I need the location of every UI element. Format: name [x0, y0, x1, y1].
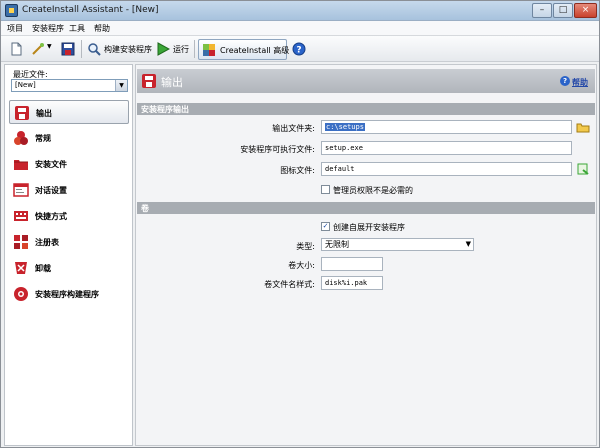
sidebar-item-label: 输出	[36, 109, 52, 118]
menu-help[interactable]: 帮助	[94, 23, 110, 34]
toolbar-separator	[81, 40, 82, 58]
createinstall-logo-icon	[203, 44, 215, 56]
page-header: 输出 ? 帮助	[137, 69, 595, 93]
new-file-icon	[11, 42, 22, 56]
help-circle-icon: ?	[292, 42, 306, 56]
sidebar-item-label: 注册表	[35, 238, 59, 247]
registry-icon	[14, 235, 28, 249]
dropdown-arrow-icon: ▼	[47, 43, 52, 50]
title-bar: CreateInstall Assistant - [New] – □ ×	[1, 1, 599, 21]
svg-text:?: ?	[296, 46, 301, 56]
sidebar: 最近文件: [New] ▼ 输出 常规 安装文件 对话设置 快捷方式 注册表 卸…	[4, 64, 133, 446]
section-header-volume: 卷	[137, 202, 595, 214]
chevron-down-icon: ▼	[465, 240, 471, 248]
sidebar-item-shortcuts[interactable]: 快捷方式	[9, 204, 129, 228]
sidebar-item-builder[interactable]: 安装程序构建程序	[9, 282, 129, 306]
save-disk-icon	[61, 42, 75, 56]
self-extract-label: 创建自展开安装程序	[333, 223, 405, 232]
volume-type-value: 无限制	[325, 240, 349, 249]
self-extract-checkbox[interactable]: ✓	[321, 222, 330, 231]
window-title: CreateInstall Assistant - [New]	[22, 5, 159, 15]
maximize-button[interactable]: □	[553, 3, 573, 18]
page-title: 输出	[161, 76, 183, 89]
dialog-icon	[13, 183, 29, 197]
section-header-output: 安装程序输出	[137, 103, 595, 115]
output-folder-value: c:\setups	[325, 123, 365, 131]
volume-pattern-input[interactable]: disk%i.pak	[321, 276, 383, 290]
browse-folder-icon[interactable]	[576, 120, 590, 134]
build-installer-button[interactable]: 构建安装程序	[85, 40, 153, 58]
close-button[interactable]: ×	[574, 3, 597, 18]
menu-tools[interactable]: 工具	[69, 23, 85, 34]
sidebar-item-uninstall[interactable]: 卸载	[9, 256, 129, 280]
menu-project[interactable]: 项目	[7, 23, 23, 34]
output-disk-icon	[142, 74, 156, 88]
general-puzzle-icon	[14, 131, 28, 145]
volume-type-label: 类型:	[296, 242, 315, 251]
section-title: 卷	[141, 204, 149, 213]
open-wand-icon	[32, 43, 44, 55]
output-folder-label: 输出文件夹:	[272, 124, 315, 133]
folder-icon	[14, 160, 28, 170]
volume-type-select[interactable]: 无限制 ▼	[321, 238, 474, 251]
toolbar-separator	[194, 40, 195, 58]
recent-files-select[interactable]: [New] ▼	[11, 79, 128, 92]
advanced-button[interactable]: CreateInstall 高级	[198, 39, 290, 60]
menu-bar: 项目 安装程序 工具 帮助	[1, 21, 599, 36]
advanced-label: CreateInstall 高级	[220, 46, 290, 55]
sidebar-item-label: 卸载	[35, 264, 51, 273]
shortcut-icon	[14, 211, 28, 221]
run-play-icon	[157, 42, 170, 56]
new-button[interactable]	[7, 40, 25, 58]
sidebar-item-label: 安装文件	[35, 160, 67, 169]
open-button[interactable]: ▼	[29, 40, 55, 58]
sidebar-item-registry[interactable]: 注册表	[9, 230, 129, 254]
admin-not-required-checkbox[interactable]	[321, 185, 330, 194]
run-label: 运行	[173, 45, 189, 54]
help-link[interactable]: 帮助	[572, 77, 588, 88]
build-installer-label: 构建安装程序	[104, 45, 152, 54]
uninstall-icon	[15, 262, 27, 274]
volume-size-label: 卷大小:	[288, 261, 315, 270]
browse-icon-file-icon[interactable]	[576, 162, 590, 176]
sidebar-item-label: 常规	[35, 134, 51, 143]
admin-not-required-label: 管理员权限不是必需的	[333, 186, 413, 195]
help-circle-icon[interactable]: ?	[560, 76, 570, 86]
recent-files-value: [New]	[15, 81, 36, 89]
build-magnifier-icon	[88, 43, 101, 56]
builder-icon	[14, 287, 28, 301]
sidebar-item-general[interactable]: 常规	[9, 126, 129, 150]
sidebar-item-label: 快捷方式	[35, 212, 67, 221]
setup-exe-input[interactable]: setup.exe	[321, 141, 572, 155]
output-disk-icon	[15, 106, 29, 120]
volume-size-input[interactable]	[321, 257, 383, 271]
help-toolbar-button[interactable]: ?	[291, 40, 307, 58]
section-title: 安装程序输出	[141, 105, 189, 114]
icon-file-label: 图标文件:	[280, 166, 315, 175]
save-button[interactable]	[59, 40, 77, 58]
icon-file-input[interactable]: default	[321, 162, 572, 176]
app-icon	[5, 4, 18, 17]
setup-exe-label: 安装程序可执行文件:	[240, 145, 315, 154]
sidebar-item-output[interactable]: 输出	[9, 100, 129, 124]
run-button[interactable]: 运行	[155, 40, 191, 58]
toolbar: ▼ 构建安装程序 运行 CreateInstall 高级 ?	[1, 36, 599, 62]
chevron-down-icon[interactable]: ▼	[115, 80, 127, 91]
output-folder-input[interactable]: c:\setups	[321, 120, 572, 134]
sidebar-item-label: 安装程序构建程序	[35, 290, 99, 299]
minimize-button[interactable]: –	[532, 3, 552, 18]
volume-pattern-label: 卷文件名样式:	[264, 280, 315, 289]
sidebar-item-files[interactable]: 安装文件	[9, 152, 129, 176]
sidebar-item-label: 对话设置	[35, 186, 67, 195]
app-window: CreateInstall Assistant - [New] – □ × 项目…	[0, 0, 600, 448]
main-panel: 输出 ? 帮助 安装程序输出 输出文件夹: c:\setups 安装程序可执行文…	[135, 64, 597, 446]
sidebar-item-dialogs[interactable]: 对话设置	[9, 178, 129, 202]
menu-installer[interactable]: 安装程序	[32, 23, 64, 34]
